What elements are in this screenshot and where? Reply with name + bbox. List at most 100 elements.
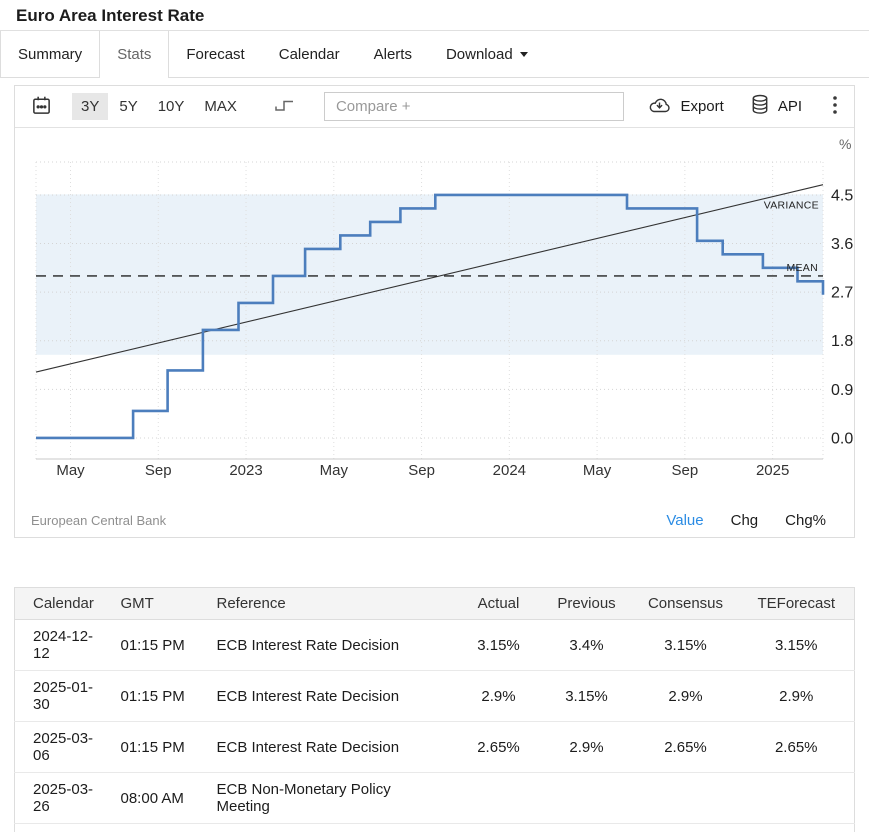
- export-button[interactable]: Export: [641, 92, 729, 122]
- calendar-events-table: CalendarGMTReferenceActualPreviousConsen…: [14, 587, 855, 832]
- tab-forecast[interactable]: Forecast: [169, 31, 261, 77]
- event-teforecast: [739, 773, 855, 824]
- date-range-calendar-button[interactable]: [27, 91, 56, 123]
- range-button-3y[interactable]: 3Y: [72, 93, 108, 120]
- chart-area: VARIANCEMEAN4.53.62.71.80.90.0%MaySep202…: [15, 128, 854, 508]
- event-teforecast: 3.15%: [739, 620, 855, 671]
- table-row[interactable]: 2024-12-1201:15 PMECB Interest Rate Deci…: [15, 620, 855, 671]
- table-row[interactable]: 2025-03-0601:15 PMECB Interest Rate Deci…: [15, 722, 855, 773]
- event-actual: [457, 773, 541, 824]
- y-axis-tick-label: 2.7: [831, 285, 853, 302]
- event-reference: ECB General Council Meeting: [205, 824, 457, 832]
- event-date: 2025-03-27: [15, 824, 109, 832]
- chart-card: 3Y5Y10YMAX Export: [14, 85, 855, 538]
- tab-download[interactable]: Download: [429, 31, 545, 77]
- table-row[interactable]: 2025-01-3001:15 PMECB Interest Rate Deci…: [15, 671, 855, 722]
- event-consensus: 3.15%: [633, 620, 739, 671]
- event-teforecast: 2.65%: [739, 722, 855, 773]
- event-actual: [457, 824, 541, 832]
- event-time: 01:15 PM: [109, 722, 205, 773]
- column-header-gmt: GMT: [109, 588, 205, 620]
- event-reference: ECB Non-Monetary Policy Meeting: [205, 773, 457, 824]
- y-axis-unit-label: %: [839, 136, 851, 152]
- table-header: CalendarGMTReferenceActualPreviousConsen…: [15, 588, 855, 620]
- page-title: Euro Area Interest Rate: [16, 6, 204, 25]
- event-consensus: [633, 824, 739, 832]
- column-header-consensus: Consensus: [633, 588, 739, 620]
- range-selector: 3Y5Y10YMAX: [72, 93, 246, 120]
- tab-label: Stats: [117, 46, 151, 63]
- event-actual: 3.15%: [457, 620, 541, 671]
- column-header-reference: Reference: [205, 588, 457, 620]
- table-row[interactable]: 2025-03-2708:00 AMECB General Council Me…: [15, 824, 855, 832]
- event-date: 2025-01-30: [15, 671, 109, 722]
- column-header-actual: Actual: [457, 588, 541, 620]
- event-consensus: 2.9%: [633, 671, 739, 722]
- range-button-5y[interactable]: 5Y: [110, 93, 146, 120]
- x-axis-tick-label: May: [583, 462, 612, 479]
- tab-bar: Summary Stats Forecast Calendar Alerts Downlo…: [0, 31, 869, 78]
- range-button-max[interactable]: MAX: [195, 93, 246, 120]
- variance-label: VARIANCE: [764, 199, 819, 211]
- range-button-10y[interactable]: 10Y: [149, 93, 194, 120]
- event-previous: [541, 773, 633, 824]
- tab-label: Download: [446, 46, 513, 63]
- mean-label: MEAN: [786, 262, 818, 274]
- source-attribution: European Central Bank: [31, 513, 166, 528]
- event-consensus: [633, 773, 739, 824]
- value-mode-links: Value Chg Chg%: [666, 512, 826, 529]
- x-axis-tick-label: Sep: [145, 462, 172, 479]
- event-actual: 2.65%: [457, 722, 541, 773]
- tab-label: Calendar: [279, 46, 340, 63]
- chevron-down-icon: [520, 52, 528, 57]
- toolbar-right: Export API: [641, 90, 842, 123]
- calendar-icon: [31, 95, 52, 119]
- y-axis-tick-label: 4.5: [831, 187, 853, 204]
- export-label: Export: [680, 98, 723, 115]
- tab-label: Forecast: [186, 46, 244, 63]
- compare-input[interactable]: [324, 92, 624, 121]
- event-teforecast: [739, 824, 855, 832]
- footer-link-chgpct[interactable]: Chg%: [785, 512, 826, 529]
- footer-link-chg[interactable]: Chg: [731, 512, 759, 529]
- tab-alerts[interactable]: Alerts: [357, 31, 429, 77]
- api-button[interactable]: API: [744, 90, 808, 123]
- y-axis-tick-label: 0.9: [831, 382, 853, 399]
- page-header: Euro Area Interest Rate: [0, 0, 869, 31]
- table-row[interactable]: 2025-03-2608:00 AMECB Non-Monetary Polic…: [15, 773, 855, 824]
- tab-calendar[interactable]: Calendar: [262, 31, 357, 77]
- tab-label: Alerts: [374, 46, 412, 63]
- event-reference: ECB Interest Rate Decision: [205, 722, 457, 773]
- step-line-icon: [274, 97, 296, 116]
- y-axis-tick-label: 0.0: [831, 430, 853, 447]
- event-previous: 3.4%: [541, 620, 633, 671]
- tab-label: Summary: [18, 46, 82, 63]
- table-body: 2024-12-1201:15 PMECB Interest Rate Deci…: [15, 620, 855, 832]
- event-previous: 2.9%: [541, 722, 633, 773]
- event-time: 08:00 AM: [109, 824, 205, 832]
- x-axis-tick-label: 2024: [493, 462, 526, 479]
- chart-type-button[interactable]: [270, 93, 300, 120]
- event-previous: [541, 824, 633, 832]
- x-axis-tick-label: Sep: [408, 462, 435, 479]
- export-cloud-icon: [647, 96, 672, 118]
- event-date: 2024-12-12: [15, 620, 109, 671]
- tab-summary[interactable]: Summary: [0, 31, 100, 77]
- api-label: API: [778, 98, 802, 115]
- event-consensus: 2.65%: [633, 722, 739, 773]
- chart-footer: European Central Bank Value Chg Chg%: [15, 508, 854, 537]
- footer-link-value[interactable]: Value: [666, 512, 703, 529]
- variance-band: [36, 194, 823, 354]
- column-header-calendar: Calendar: [15, 588, 109, 620]
- y-axis-tick-label: 1.8: [831, 333, 853, 350]
- table-header-row: CalendarGMTReferenceActualPreviousConsen…: [15, 588, 855, 620]
- event-time: 01:15 PM: [109, 671, 205, 722]
- x-axis-tick-label: May: [56, 462, 85, 479]
- database-icon: [750, 94, 770, 119]
- tab-stats[interactable]: Stats: [100, 31, 169, 77]
- rate-chart: VARIANCEMEAN4.53.62.71.80.90.0%MaySep202…: [15, 128, 854, 508]
- event-time: 01:15 PM: [109, 620, 205, 671]
- event-actual: 2.9%: [457, 671, 541, 722]
- more-options-button[interactable]: [822, 93, 842, 120]
- event-reference: ECB Interest Rate Decision: [205, 620, 457, 671]
